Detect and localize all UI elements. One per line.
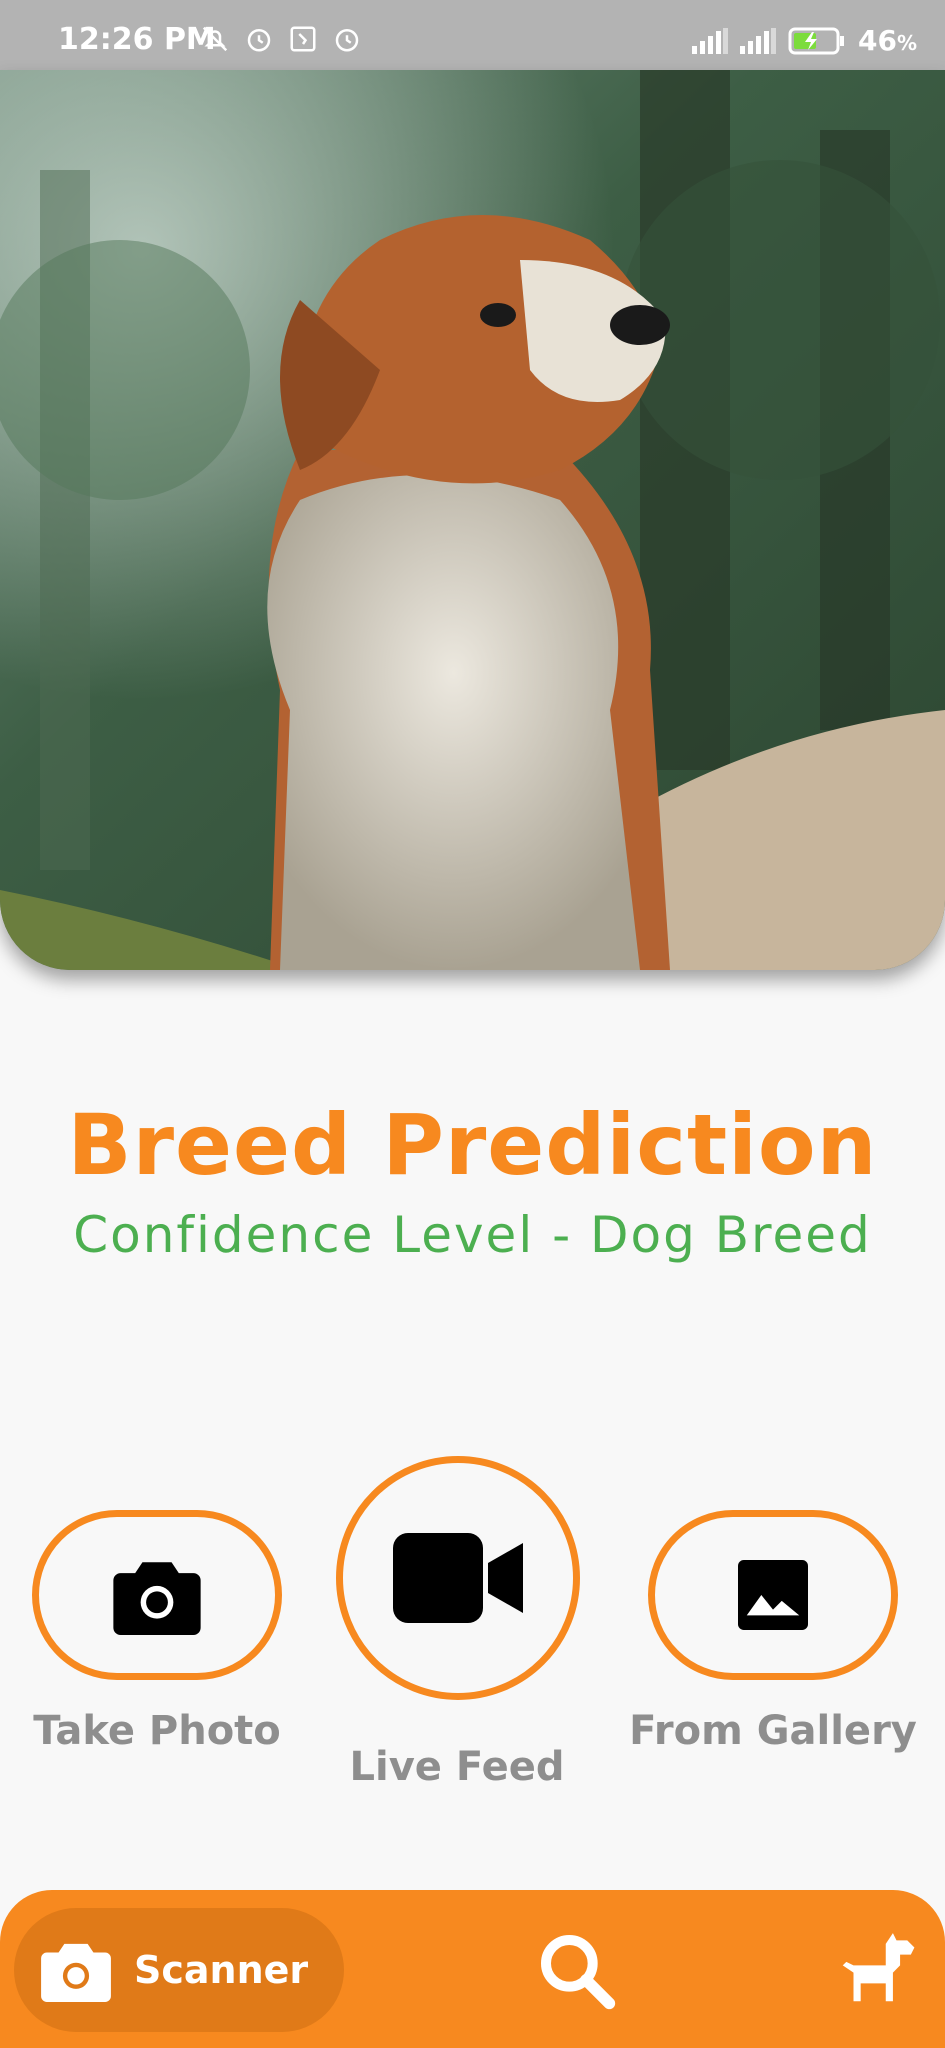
status-bar: 12:26 PM 46% bbox=[0, 0, 945, 70]
dog-icon bbox=[842, 1933, 915, 2002]
alarm-icon bbox=[247, 29, 271, 52]
take-photo-button[interactable] bbox=[32, 1510, 282, 1680]
dog-photo-illustration bbox=[0, 70, 945, 970]
page-title: Breed Prediction bbox=[67, 1096, 878, 1194]
battery-charging-icon bbox=[788, 27, 844, 54]
take-photo-label: Take Photo bbox=[33, 1708, 281, 1754]
dog-photo bbox=[0, 70, 945, 970]
live-feed-label: Live Feed bbox=[349, 1744, 565, 1790]
status-notification-icons bbox=[200, 24, 362, 54]
battery-percent: 46% bbox=[857, 24, 917, 57]
live-feed-button[interactable] bbox=[336, 1456, 580, 1700]
status-time: 12:26 PM bbox=[58, 22, 216, 57]
nav-item-scanner-label: Scanner bbox=[134, 1948, 309, 1992]
signal-icon bbox=[691, 27, 728, 54]
bottom-navigation: Scanner bbox=[0, 1890, 945, 2048]
app-notification-icon bbox=[290, 26, 316, 52]
alarm-icon bbox=[335, 29, 359, 52]
camera-icon bbox=[113, 1562, 201, 1635]
nav-item-scanner[interactable]: Scanner bbox=[14, 1908, 344, 2032]
nav-item-search[interactable] bbox=[536, 1930, 616, 2010]
search-icon bbox=[541, 1935, 616, 2010]
camera-icon bbox=[41, 1943, 111, 2002]
video-camera-icon bbox=[393, 1533, 523, 1623]
from-gallery-button[interactable] bbox=[648, 1510, 898, 1680]
status-system-icons: 46% bbox=[691, 24, 917, 57]
nav-item-breeds[interactable] bbox=[832, 1926, 918, 2012]
image-icon bbox=[738, 1560, 808, 1630]
page-subtitle: Confidence Level - Dog Breed bbox=[73, 1206, 872, 1264]
notifications-off-icon bbox=[202, 26, 228, 52]
from-gallery-label: From Gallery bbox=[629, 1708, 917, 1754]
signal-icon bbox=[739, 27, 776, 54]
